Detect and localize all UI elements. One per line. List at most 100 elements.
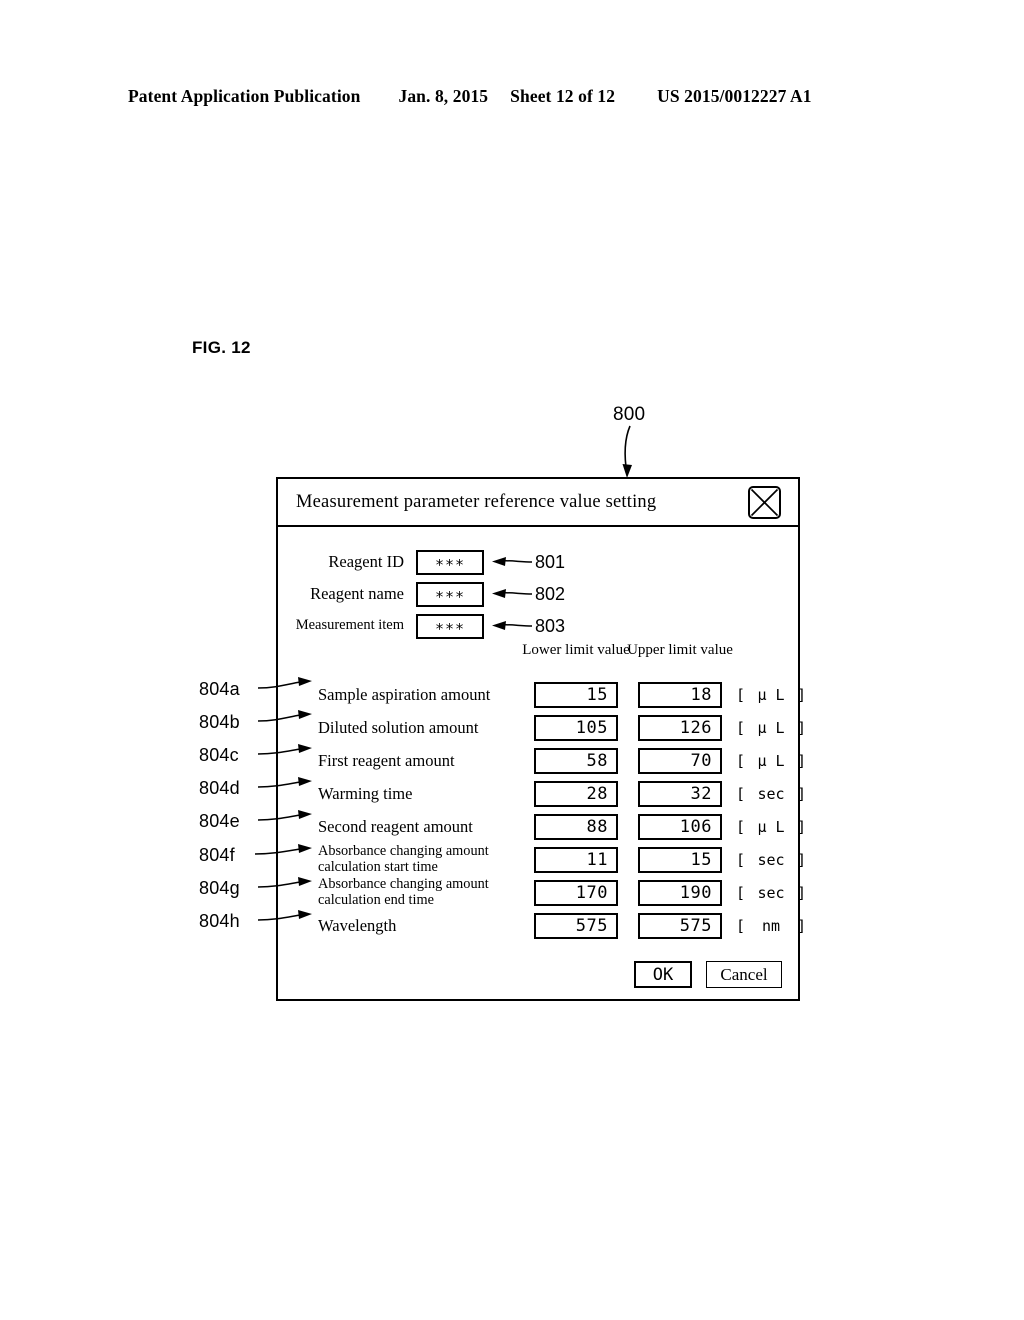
unit-text: μ L (757, 719, 785, 737)
lower-limit-input-804c[interactable]: 58 (534, 748, 618, 774)
lower-limit-input-804d[interactable]: 28 (534, 781, 618, 807)
patent-number: US 2015/0012227 A1 (657, 86, 812, 106)
lower-limit-column-header: Lower limit value (522, 642, 630, 658)
lower-limit-input-804g[interactable]: 170 (534, 880, 618, 906)
dialog-title: Measurement parameter reference value se… (296, 491, 657, 512)
upper-limit-input-804g[interactable]: 190 (638, 880, 722, 906)
lower-limit-input-804e[interactable]: 88 (534, 814, 618, 840)
table-row: Diluted solution amount 105 126 [ μ L ] (278, 712, 806, 744)
patent-page-header: Patent Application Publication Jan. 8, 2… (128, 86, 896, 107)
parameter-name-804f: Absorbance changing amount calculation s… (318, 843, 489, 875)
reference-callout-802: 802 (490, 581, 565, 607)
measurement-item-label: Measurement item (295, 617, 404, 634)
unit-close-bracket: ] (796, 818, 806, 836)
table-row: Sample aspiration amount 15 18 [ μ L ] (278, 679, 806, 711)
parameter-name-804a: Sample aspiration amount (318, 685, 491, 705)
upper-limit-input-804a[interactable]: 18 (638, 682, 722, 708)
measurement-item-field[interactable]: ∗∗∗ (416, 613, 484, 639)
parameter-name-804h: Wavelength (318, 916, 397, 936)
parameter-reference-804c: 804c (199, 745, 241, 766)
upper-limit-input-804h[interactable]: 575 (638, 913, 722, 939)
figure-label: FIG. 12 (192, 338, 251, 357)
sheet-number: Sheet 12 of 12 (510, 86, 616, 106)
reagent-name-label: Reagent name (310, 584, 404, 604)
unit-label-804e: [ μ L ] (734, 818, 808, 836)
unit-close-bracket: ] (796, 851, 806, 869)
lower-limit-input-804h[interactable]: 575 (534, 913, 618, 939)
lower-limit-input-804f[interactable]: 11 (534, 847, 618, 873)
window-reference-800: 800 (613, 404, 646, 425)
parameter-reference-804f: 804f (199, 845, 237, 866)
reference-arrow-803-icon (492, 621, 533, 630)
unit-open-bracket: [ (736, 719, 746, 737)
reagent-id-label: Reagent ID (328, 552, 404, 572)
upper-limit-column-header: Upper limit value (627, 642, 733, 658)
unit-label-804d: [ sec ] (734, 785, 808, 803)
unit-text: μ L (757, 686, 785, 704)
reference-arrow-801-icon (492, 557, 533, 566)
dialog-titlebar: Measurement parameter reference value se… (278, 479, 798, 527)
unit-open-bracket: [ (736, 884, 746, 902)
publication-date: Jan. 8, 2015 (398, 86, 489, 106)
unit-label-804a: [ μ L ] (734, 686, 808, 704)
upper-limit-input-804d[interactable]: 32 (638, 781, 722, 807)
lower-limit-input-804a[interactable]: 15 (534, 682, 618, 708)
unit-close-bracket: ] (796, 719, 806, 737)
unit-close-bracket: ] (796, 785, 806, 803)
ok-button[interactable]: OK (634, 961, 692, 988)
reagent-id-field[interactable]: ∗∗∗ (416, 549, 484, 575)
unit-close-bracket: ] (796, 752, 806, 770)
parameter-name-804c: First reagent amount (318, 751, 455, 771)
unit-close-bracket: ] (796, 686, 806, 704)
close-x-icon[interactable] (748, 486, 781, 519)
unit-label-804b: [ μ L ] (734, 719, 808, 737)
cancel-button[interactable]: Cancel (706, 961, 782, 988)
window-reference-leader-line (622, 425, 632, 478)
close-x-glyph (750, 488, 779, 517)
unit-label-804f: [ sec ] (734, 851, 808, 869)
parameter-reference-804h: 804h (199, 911, 242, 932)
measurement-parameter-dialog: Measurement parameter reference value se… (276, 477, 806, 1001)
parameter-reference-804g: 804g (199, 878, 242, 899)
dialog-body: Reagent ID ∗∗∗ 801 Reagent name ∗∗∗ 802 … (278, 527, 806, 999)
upper-limit-input-804f[interactable]: 15 (638, 847, 722, 873)
unit-text: sec (757, 884, 785, 902)
table-row: Absorbance changing amount calculation e… (278, 876, 806, 909)
table-row: Second reagent amount 88 106 [ μ L ] (278, 811, 806, 843)
unit-text: μ L (757, 752, 785, 770)
reagent-name-row: Reagent name ∗∗∗ (292, 581, 484, 607)
parameter-reference-804b: 804b (199, 712, 242, 733)
lower-limit-input-804b[interactable]: 105 (534, 715, 618, 741)
table-row: Absorbance changing amount calculation s… (278, 843, 806, 876)
reference-callout-801: 801 (490, 549, 565, 575)
reference-number-802: 802 (535, 583, 566, 604)
upper-limit-input-804e[interactable]: 106 (638, 814, 722, 840)
unit-text: nm (761, 917, 781, 935)
table-row: Wavelength 575 575 [ nm ] (278, 910, 806, 942)
unit-label-804c: [ μ L ] (734, 752, 808, 770)
unit-open-bracket: [ (736, 851, 746, 869)
reference-arrow-802-icon (492, 589, 533, 598)
unit-open-bracket: [ (736, 752, 746, 770)
unit-open-bracket: [ (736, 818, 746, 836)
unit-open-bracket: [ (736, 785, 746, 803)
reagent-id-row: Reagent ID ∗∗∗ (292, 549, 484, 575)
parameter-name-804g: Absorbance changing amount calculation e… (318, 876, 489, 908)
measurement-item-row: Measurement item ∗∗∗ (292, 613, 484, 639)
unit-text: μ L (757, 818, 785, 836)
unit-open-bracket: [ (736, 917, 746, 935)
upper-limit-input-804b[interactable]: 126 (638, 715, 722, 741)
unit-text: sec (757, 785, 785, 803)
publication-label: Patent Application Publication (128, 86, 361, 106)
parameter-reference-804d: 804d (199, 778, 242, 799)
parameter-name-804d: Warming time (318, 784, 413, 804)
reference-number-801: 801 (535, 551, 566, 572)
parameter-reference-804a: 804a (199, 679, 242, 700)
reagent-name-field[interactable]: ∗∗∗ (416, 581, 484, 607)
unit-label-804h: [ nm ] (734, 917, 808, 935)
upper-limit-input-804c[interactable]: 70 (638, 748, 722, 774)
parameter-reference-804e: 804e (199, 811, 242, 832)
unit-open-bracket: [ (736, 686, 746, 704)
unit-text: sec (757, 851, 785, 869)
table-row: First reagent amount 58 70 [ μ L ] (278, 745, 806, 777)
